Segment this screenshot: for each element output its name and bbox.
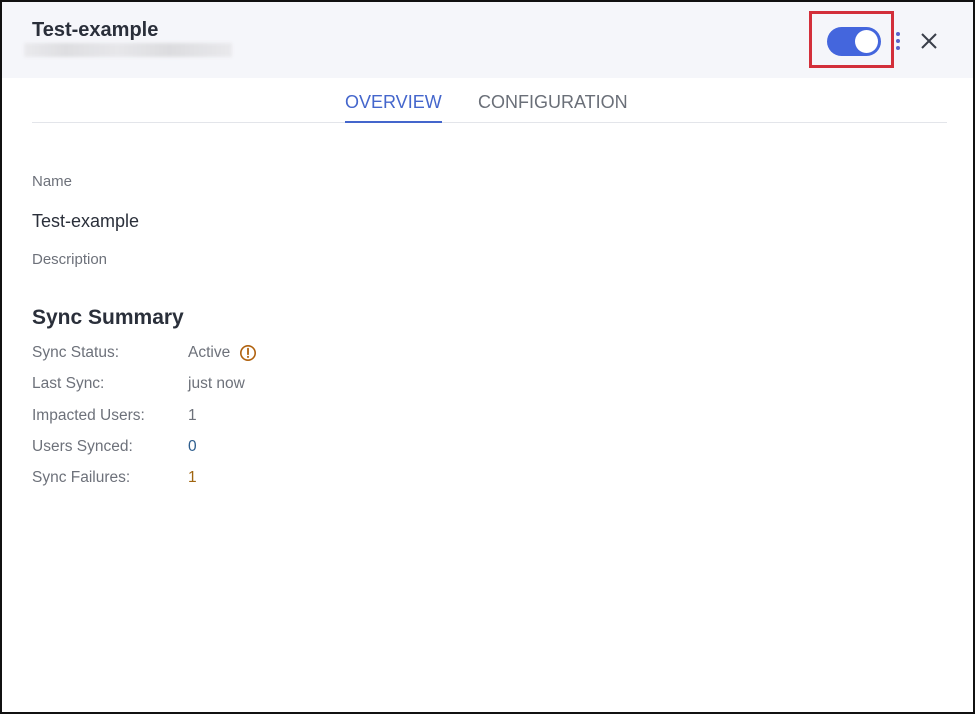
impacted-users-value: 1 [188,407,197,424]
last-sync-label: Last Sync: [32,375,105,392]
name-value: Test-example [32,211,140,231]
warning-circle-icon[interactable] [239,344,257,362]
sync-summary-title: Sync Summary [32,306,184,329]
tab-configuration[interactable]: CONFIGURATION [478,92,628,121]
name-label: Name [32,173,73,190]
sync-failures-value[interactable]: 1 [188,469,197,487]
enable-toggle[interactable] [827,27,881,56]
users-synced-value[interactable]: 0 [188,438,197,456]
panel: Test-example OVERVIEW CONFIGURATION Name… [0,0,975,714]
panel-header: Test-example [2,2,973,78]
sync-status-label: Sync Status: [32,344,120,361]
last-sync-row: Last Sync: just now [32,375,432,395]
sync-failures-row: Sync Failures: 1 [32,469,432,489]
users-synced-row: Users Synced: 0 [32,438,432,458]
impacted-users-label: Impacted Users: [32,407,145,424]
sync-status-value: Active [188,344,231,361]
toggle-knob [855,30,878,53]
tab-overview[interactable]: OVERVIEW [345,92,442,123]
panel-title: Test-example [32,19,159,41]
users-synced-label: Users Synced: [32,438,133,455]
sync-status-row: Sync Status: Active [32,344,432,364]
description-label: Description [32,251,108,268]
sync-failures-label: Sync Failures: [32,469,131,486]
last-sync-value: just now [188,375,245,392]
close-icon[interactable] [917,29,941,53]
more-vertical-icon[interactable] [895,30,903,52]
redacted-subtitle [24,43,232,57]
impacted-users-row: Impacted Users: 1 [32,407,432,427]
tab-bar: OVERVIEW CONFIGURATION [32,78,947,123]
